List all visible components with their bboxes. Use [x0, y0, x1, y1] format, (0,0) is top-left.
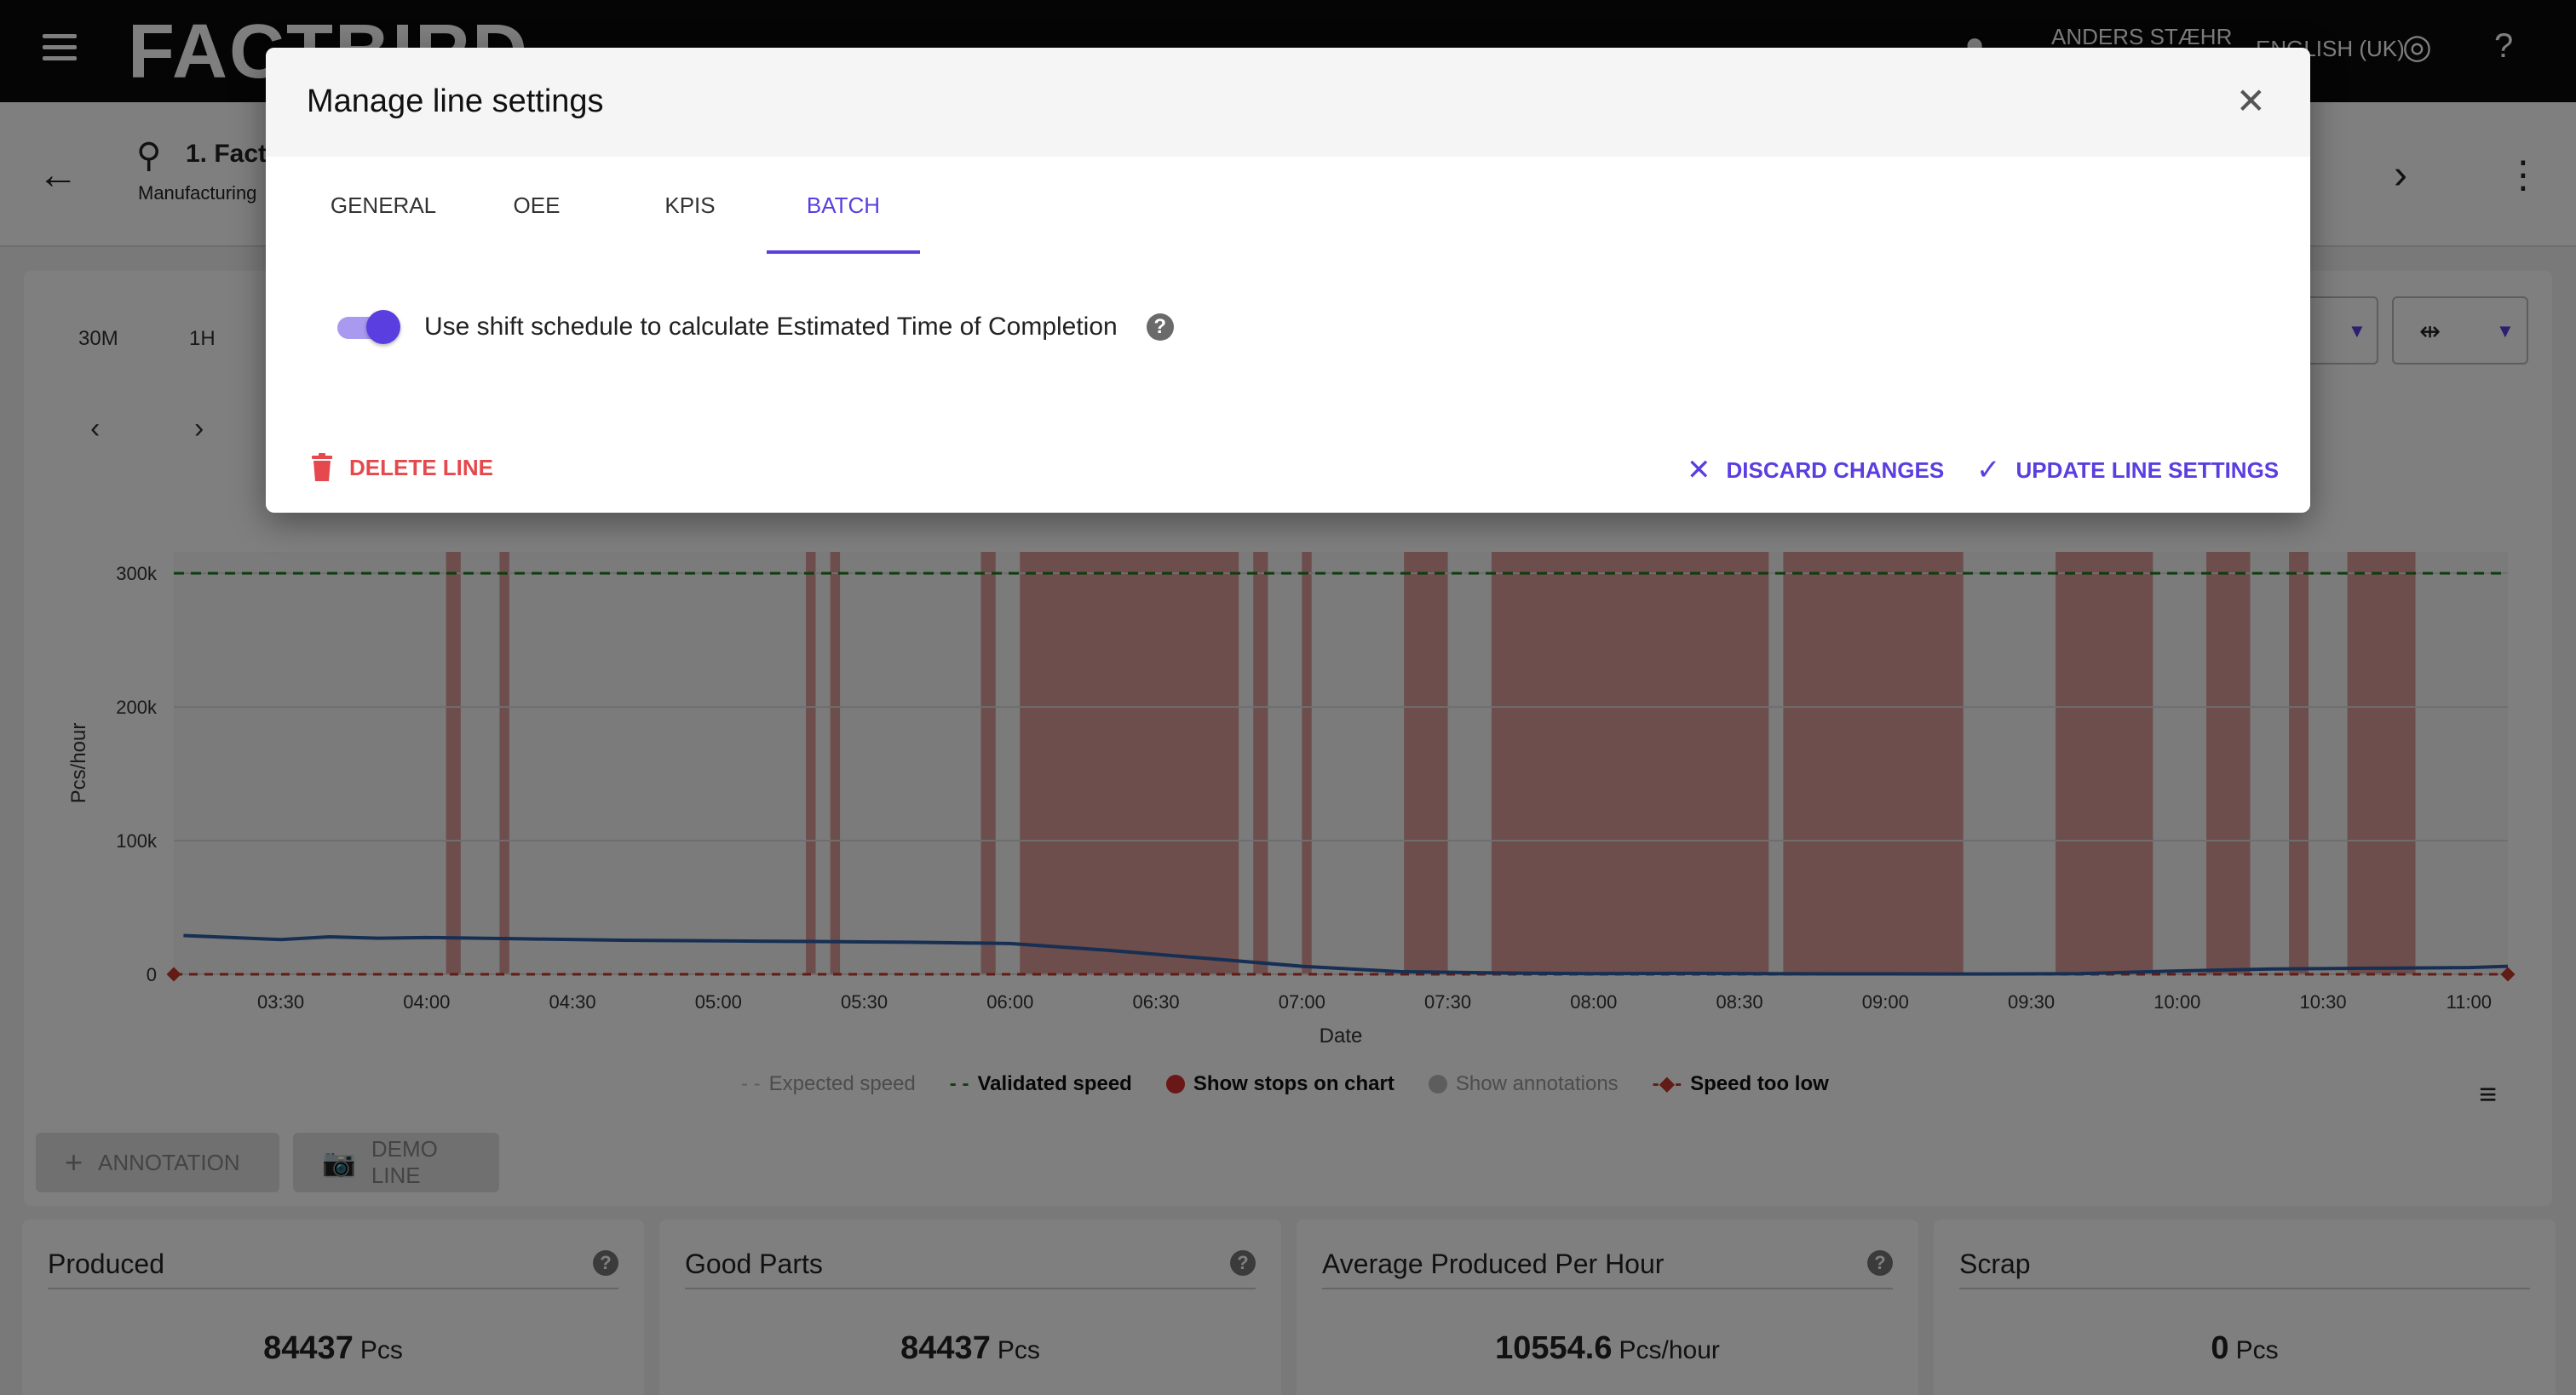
delete-line-button[interactable]: DELETE LINE	[310, 453, 493, 482]
trash-icon	[312, 453, 332, 481]
help-icon[interactable]: ?	[1146, 313, 1174, 341]
tab-kpis[interactable]: KPIS	[613, 157, 767, 254]
manage-line-settings-dialog: Manage line settings ✕ GENERAL OEE KPIS …	[266, 48, 2310, 513]
close-icon: ✕	[1687, 454, 1711, 486]
tab-batch[interactable]: BATCH	[767, 157, 920, 254]
dialog-title: Manage line settings	[307, 83, 604, 119]
tab-general[interactable]: GENERAL	[307, 157, 460, 254]
update-line-settings-button[interactable]: ✓ UPDATE LINE SETTINGS	[1976, 453, 2279, 487]
toggle-label: Use shift schedule to calculate Estimate…	[424, 313, 1118, 341]
settings-tabs: GENERAL OEE KPIS BATCH	[307, 157, 920, 254]
toggle-knob	[366, 310, 400, 344]
shift-schedule-toggle[interactable]	[334, 310, 400, 344]
shift-schedule-setting: Use shift schedule to calculate Estimate…	[334, 310, 1174, 344]
dialog-actions: DELETE LINE ✕ DISCARD CHANGES ✓ UPDATE L…	[266, 453, 2310, 504]
dialog-header: Manage line settings ✕	[266, 48, 2310, 157]
discard-changes-button[interactable]: ✕ DISCARD CHANGES	[1687, 453, 1944, 487]
close-icon[interactable]: ✕	[2236, 80, 2266, 122]
checkmark-icon: ✓	[1976, 454, 2001, 486]
tab-oee[interactable]: OEE	[460, 157, 613, 254]
